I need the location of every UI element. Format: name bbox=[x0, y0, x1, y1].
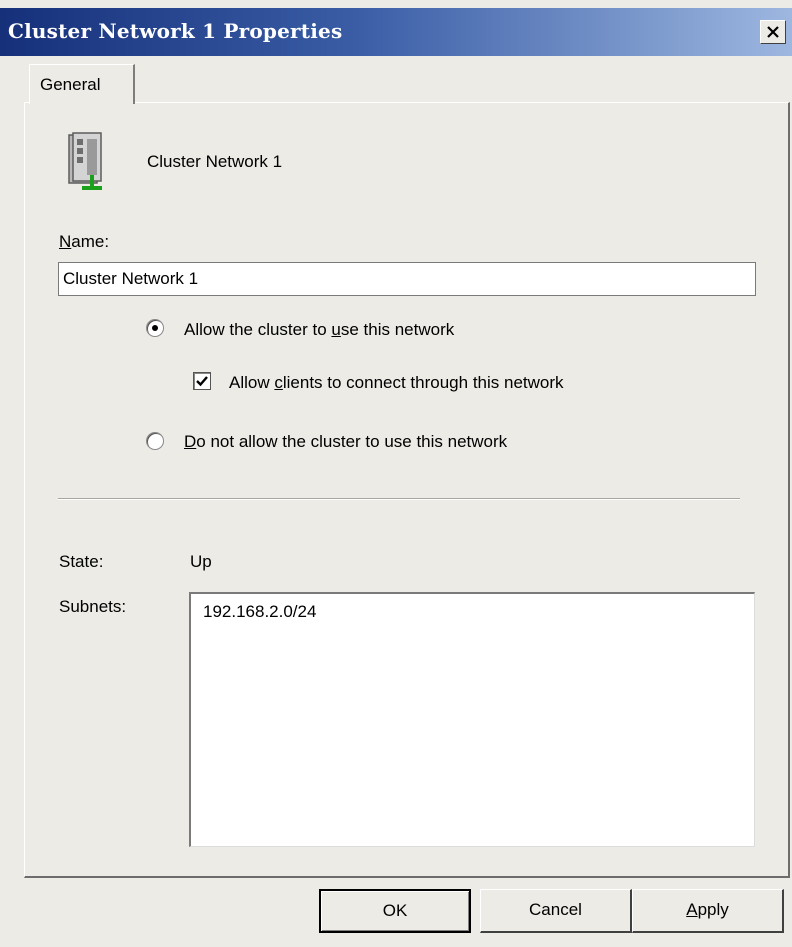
state-value: Up bbox=[190, 552, 212, 571]
ok-button[interactable]: OK bbox=[319, 889, 471, 933]
tab-general-label: General bbox=[40, 75, 101, 94]
allow-cluster-radio[interactable] bbox=[146, 319, 164, 337]
tab-general[interactable]: General bbox=[29, 64, 135, 104]
allow-clients-label[interactable]: Allow clients to connect through this ne… bbox=[229, 373, 564, 393]
apply-button[interactable]: Apply bbox=[632, 889, 784, 933]
allow-cluster-label[interactable]: Allow the cluster to use this network bbox=[184, 320, 454, 340]
server-network-icon bbox=[68, 132, 102, 190]
close-icon bbox=[767, 26, 779, 38]
network-header-name: Cluster Network 1 bbox=[147, 152, 283, 171]
separator bbox=[58, 498, 740, 500]
checkmark-icon bbox=[196, 376, 208, 387]
state-label: State: bbox=[59, 552, 104, 571]
title-bar[interactable]: Cluster Network 1 Properties bbox=[0, 8, 792, 56]
disallow-cluster-label[interactable]: Do not allow the cluster to use this net… bbox=[184, 432, 507, 452]
disallow-cluster-radio[interactable] bbox=[146, 432, 164, 450]
properties-dialog: Cluster Network 1 Properties General Clu… bbox=[0, 0, 792, 947]
cancel-button[interactable]: Cancel bbox=[480, 889, 632, 933]
name-label: Name: bbox=[59, 232, 110, 251]
subnets-list[interactable]: 192.168.2.0/24 bbox=[189, 592, 755, 847]
close-button[interactable] bbox=[760, 20, 786, 44]
window-title: Cluster Network 1 Properties bbox=[8, 19, 343, 43]
name-input[interactable]: Cluster Network 1 bbox=[58, 262, 756, 296]
list-item[interactable]: 192.168.2.0/24 bbox=[203, 602, 316, 622]
subnets-label: Subnets: bbox=[59, 597, 127, 616]
allow-clients-checkbox[interactable] bbox=[193, 372, 211, 390]
